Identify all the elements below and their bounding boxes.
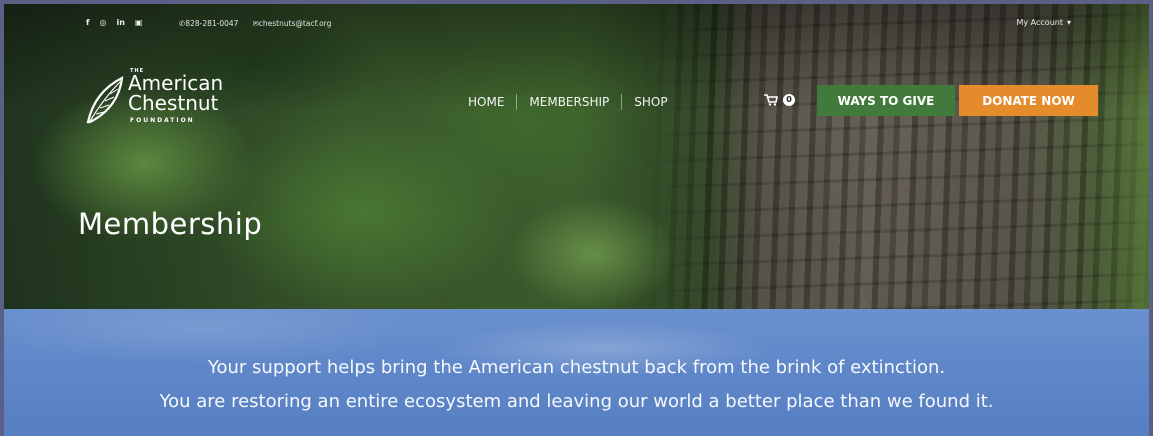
- facebook-icon[interactable]: f: [86, 18, 89, 27]
- shopping-cart-icon: [764, 94, 778, 106]
- nav-home[interactable]: HOME: [456, 95, 516, 109]
- intro-line-1: Your support helps bring the American ch…: [207, 357, 946, 378]
- contact-info: ✆828-281-0047 ✉chestnuts@tacf.org: [179, 19, 331, 28]
- instagram-icon[interactable]: ◎: [99, 18, 106, 27]
- my-account-label: My Account: [1016, 18, 1063, 27]
- email-link[interactable]: ✉chestnuts@tacf.org: [252, 19, 331, 28]
- ways-to-give-button[interactable]: WAYS TO GIVE: [817, 85, 955, 116]
- site-logo[interactable]: THE American Chestnut FOUNDATION: [84, 68, 264, 138]
- my-account-menu[interactable]: My Account ▾: [1017, 18, 1072, 27]
- phone-link[interactable]: ✆828-281-0047: [179, 19, 238, 28]
- intro-line-2: You are restoring an entire ecosystem an…: [159, 391, 994, 412]
- page: f ◎ in ▣ ✆828-281-0047 ✉chestnuts@tacf.o…: [0, 0, 1153, 436]
- chestnut-leaf-icon: [86, 76, 124, 124]
- social-links: f ◎ in ▣: [86, 18, 142, 27]
- cart-button[interactable]: 0: [764, 94, 795, 106]
- nav-shop[interactable]: SHOP: [622, 95, 679, 109]
- main-nav: HOME MEMBERSHIP SHOP: [456, 94, 680, 110]
- chevron-down-icon: ▾: [1066, 18, 1071, 27]
- intro-band: Your support helps bring the American ch…: [4, 309, 1149, 436]
- nav-membership[interactable]: MEMBERSHIP: [517, 95, 621, 109]
- linkedin-icon[interactable]: in: [116, 18, 124, 27]
- top-bar: f ◎ in ▣ ✆828-281-0047 ✉chestnuts@tacf.o…: [4, 14, 1149, 34]
- youtube-icon[interactable]: ▣: [135, 18, 143, 27]
- cart-count-badge: 0: [783, 94, 795, 106]
- phone-number: 828-281-0047: [185, 19, 239, 28]
- email-address: chestnuts@tacf.org: [258, 19, 332, 28]
- logo-foundation: FOUNDATION: [130, 117, 195, 124]
- logo-chestnut: Chestnut: [128, 91, 219, 115]
- donate-now-button[interactable]: DONATE NOW: [959, 85, 1098, 116]
- page-title: Membership: [78, 207, 263, 241]
